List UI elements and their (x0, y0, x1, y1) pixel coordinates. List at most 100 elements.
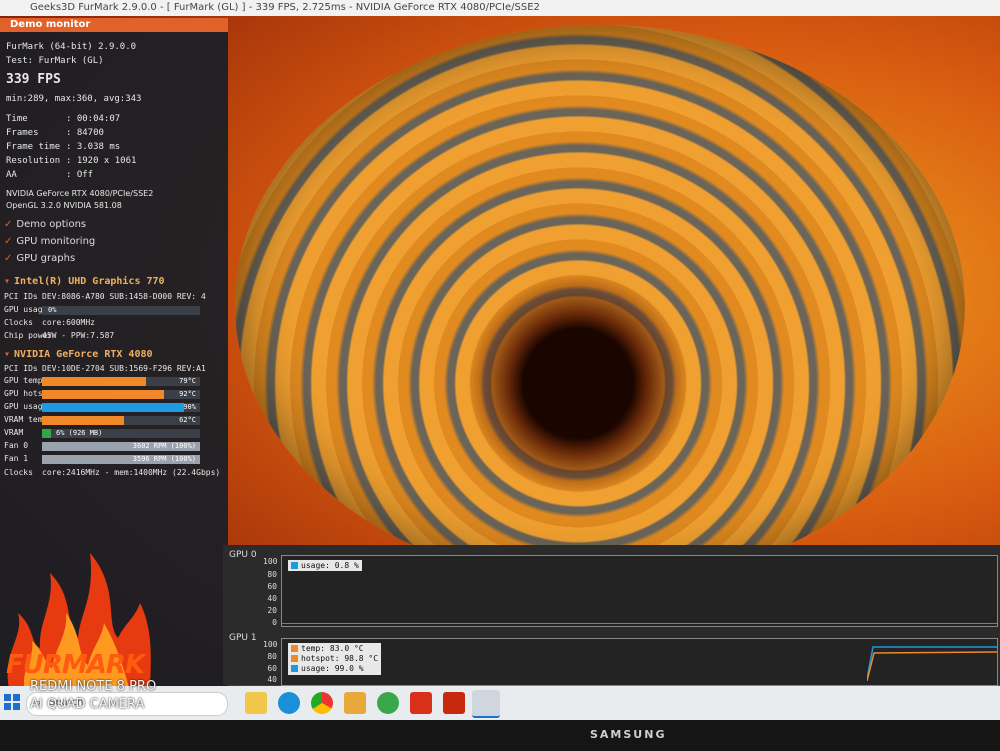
gpu-monitoring-toggle[interactable]: ✓ GPU monitoring (4, 236, 95, 247)
legend-swatch (291, 655, 298, 662)
stat-label: Time (6, 114, 28, 124)
bar-text: 6% (926 MB) (56, 429, 103, 437)
gpu-name: NVIDIA GeForce RTX 4080 (14, 349, 153, 360)
sensor-bar: 6% (926 MB) (42, 429, 200, 438)
fps-stats: min:289, max:360, avg:343 (6, 94, 142, 104)
sensor-bar: 3602 RPM (100%) (42, 442, 200, 451)
renderer-line: NVIDIA GeForce RTX 4080/PCIe/SSE2 (6, 189, 154, 198)
row-label: VRAM temp (4, 415, 48, 424)
sensor-bar: 3596 RPM (100%) (42, 455, 200, 464)
app-icon[interactable] (410, 692, 432, 714)
row-value: DEV:8086-A780 SUB:1458-D000 REV: 4 (42, 292, 206, 301)
collapse-arrow-icon: ▾ (4, 349, 11, 360)
option-label: Demo options (16, 219, 87, 230)
gpu1-graph: temp: 83.0 °C hotspot: 98.8 °C usage: 99… (281, 638, 998, 686)
gpu-name: Intel(R) UHD Graphics 770 (14, 276, 165, 287)
edge-browser-icon[interactable] (278, 692, 300, 714)
window-title: Geeks3D FurMark 2.9.0.0 - [ FurMark (GL)… (0, 0, 1000, 16)
stat-value: : 3.038 ms (66, 142, 121, 152)
furmark-taskbar-icon[interactable] (443, 692, 465, 714)
axis-tick: 40 (267, 675, 277, 684)
app-icon[interactable] (377, 692, 399, 714)
legend-swatch (291, 645, 298, 652)
gpu-graphs-toggle[interactable]: ✓ GPU graphs (4, 253, 75, 264)
row-value: core:2416MHz - mem:1400MHz (22.4Gbps) (42, 468, 221, 477)
app-line: FurMark (64-bit) 2.9.0.0 (6, 42, 137, 52)
screen: Geeks3D FurMark 2.9.0.0 - [ FurMark (GL)… (0, 0, 1000, 720)
axis-tick: 100 (263, 557, 278, 566)
watermark-line: REDMI NOTE 8 PRO (30, 679, 157, 694)
check-icon: ✓ (4, 219, 13, 230)
monitor-brand: SAMSUNG (590, 728, 667, 741)
stat-value: : 00:04:07 (66, 114, 121, 124)
demo-monitor-panel: Demo monitor FurMark (64-bit) 2.9.0.0 Te… (0, 18, 228, 693)
bar-fill (42, 390, 164, 399)
row-label: GPU usage (4, 305, 48, 314)
gpu1-legend: temp: 83.0 °C hotspot: 98.8 °C usage: 99… (288, 643, 382, 675)
bar-text: 92°C (179, 390, 196, 398)
legend-swatch (291, 665, 298, 672)
axis-tick: 60 (267, 664, 277, 673)
option-label: GPU graphs (16, 253, 76, 264)
intel-usage-bar: 0% (42, 306, 200, 315)
legend-item: usage: 99.0 % (301, 664, 364, 673)
gpu1-trace (867, 646, 997, 682)
check-icon: ✓ (4, 253, 13, 264)
stat-label: AA (6, 170, 17, 180)
nvidia-gpu-section[interactable]: ▾ NVIDIA GeForce RTX 4080 (4, 349, 153, 360)
gpu-graphs-panel: GPU 0 100 80 60 40 20 0 usage: 0.8 % GPU… (223, 545, 1000, 694)
opengl-line: OpenGL 3.2.0 NVIDIA 581.08 (6, 201, 122, 210)
row-label: Fan 1 (4, 454, 29, 463)
windows-start-icon[interactable] (4, 694, 20, 710)
gpu0-usage-line (282, 623, 997, 624)
intel-gpu-section[interactable]: ▾ Intel(R) UHD Graphics 770 (4, 276, 165, 287)
panel-header[interactable]: Demo monitor (0, 18, 228, 32)
bar-fill (42, 377, 147, 386)
test-line: Test: FurMark (GL) (6, 56, 104, 66)
row-label: Clocks (4, 318, 33, 327)
collapse-arrow-icon: ▾ (4, 276, 11, 287)
row-value: core:600MHz (42, 318, 95, 327)
app-icon[interactable] (344, 692, 366, 714)
row-value: 45W - PPW:7.587 (42, 331, 115, 340)
stat-label: Resolution (6, 156, 61, 166)
bar-text: 0% (48, 306, 57, 314)
demo-options-toggle[interactable]: ✓ Demo options (4, 219, 86, 230)
sensor-bar: 62°C (42, 416, 200, 425)
bar-fill (42, 403, 185, 412)
stat-value: : 1920 x 1061 (66, 156, 137, 166)
option-label: GPU monitoring (16, 236, 96, 247)
bar-text: 79°C (179, 377, 196, 385)
row-label: VRAM (4, 428, 24, 437)
axis-tick: 100 (263, 640, 278, 649)
stat-value: : 84700 (66, 128, 104, 138)
axis-tick: 0 (272, 618, 277, 627)
sensor-bar: 90% (42, 403, 200, 412)
gpu1-label: GPU 1 (229, 633, 257, 643)
stat-label: Frame time (6, 142, 61, 152)
active-window-icon[interactable] (472, 690, 500, 718)
fps-readout: 339 FPS (6, 72, 61, 87)
legend-item: usage: 0.8 % (301, 561, 359, 570)
sensor-bar: 92°C (42, 390, 200, 399)
row-label: GPU usage (4, 402, 48, 411)
chrome-icon[interactable] (311, 692, 333, 714)
row-value: DEV:10DE-2704 SUB:1569-F296 REV:A1 (42, 364, 206, 373)
axis-tick: 40 (267, 594, 277, 603)
legend-swatch (291, 562, 298, 569)
row-label: GPU temp (4, 376, 43, 385)
stat-label: Frames (6, 128, 39, 138)
axis-tick: 60 (267, 582, 277, 591)
furmark-logo-text: FURMARK (6, 650, 145, 680)
legend-item: hotspot: 98.8 °C (301, 654, 379, 663)
axis-tick: 80 (267, 570, 277, 579)
sensor-bar: 79°C (42, 377, 200, 386)
row-label: Fan 0 (4, 441, 29, 450)
row-label: Clocks (4, 468, 33, 477)
bar-text: 3602 RPM (100%) (132, 442, 196, 450)
file-explorer-icon[interactable] (245, 692, 267, 714)
monitor-bezel (0, 720, 1000, 751)
legend-item: temp: 83.0 °C (301, 644, 364, 653)
bar-fill (42, 416, 125, 425)
stat-value: : Off (66, 170, 94, 180)
